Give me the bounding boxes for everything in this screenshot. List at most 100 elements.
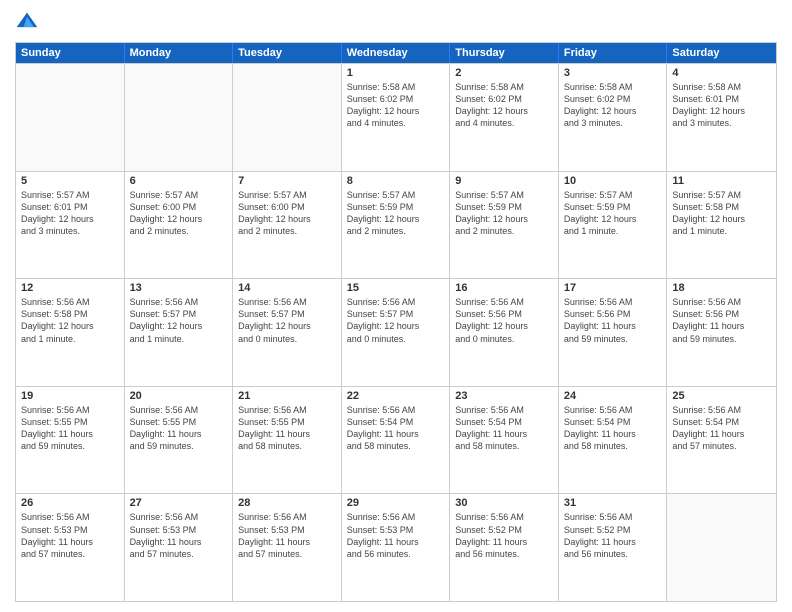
day-number: 3 <box>564 67 662 79</box>
week-row-2: 5Sunrise: 5:57 AMSunset: 6:01 PMDaylight… <box>16 171 776 279</box>
day-number: 29 <box>347 497 445 509</box>
day-info: Sunrise: 5:56 AMSunset: 5:56 PMDaylight:… <box>672 296 771 345</box>
day-number: 5 <box>21 175 119 187</box>
day-cell-empty-2 <box>233 64 342 171</box>
day-number: 7 <box>238 175 336 187</box>
logo-icon <box>15 10 39 34</box>
day-cell-empty-6 <box>667 494 776 601</box>
day-cell-20: 20 Sunrise: 5:56 AMSunset: 5:55 PMDayligh… <box>125 387 234 494</box>
day-cell-21: 21 Sunrise: 5:56 AMSunset: 5:55 PMDayligh… <box>233 387 342 494</box>
day-number: 20 <box>130 390 228 402</box>
day-info: Sunrise: 5:56 AMSunset: 5:53 PMDaylight:… <box>238 511 336 560</box>
weeks: 1 Sunrise: 5:58 AMSunset: 6:02 PMDaylight… <box>16 63 776 601</box>
day-info: Sunrise: 5:56 AMSunset: 5:55 PMDaylight:… <box>130 404 228 453</box>
day-number: 30 <box>455 497 553 509</box>
day-cell-14: 14 Sunrise: 5:56 AMSunset: 5:57 PMDayligh… <box>233 279 342 386</box>
day-cell-empty-0 <box>16 64 125 171</box>
day-number: 1 <box>347 67 445 79</box>
day-number: 12 <box>21 282 119 294</box>
day-number: 19 <box>21 390 119 402</box>
day-header-tuesday: Tuesday <box>233 43 342 63</box>
week-row-4: 19 Sunrise: 5:56 AMSunset: 5:55 PMDayligh… <box>16 386 776 494</box>
day-cell-17: 17 Sunrise: 5:56 AMSunset: 5:56 PMDayligh… <box>559 279 668 386</box>
day-cell-7: 7 Sunrise: 5:57 AMSunset: 6:00 PMDaylight… <box>233 172 342 279</box>
day-cell-18: 18 Sunrise: 5:56 AMSunset: 5:56 PMDayligh… <box>667 279 776 386</box>
day-info: Sunrise: 5:56 AMSunset: 5:55 PMDaylight:… <box>21 404 119 453</box>
day-cell-12: 12 Sunrise: 5:56 AMSunset: 5:58 PMDayligh… <box>16 279 125 386</box>
day-cell-19: 19 Sunrise: 5:56 AMSunset: 5:55 PMDayligh… <box>16 387 125 494</box>
day-info: Sunrise: 5:56 AMSunset: 5:55 PMDaylight:… <box>238 404 336 453</box>
day-info: Sunrise: 5:57 AMSunset: 6:00 PMDaylight:… <box>130 189 228 238</box>
day-info: Sunrise: 5:56 AMSunset: 5:54 PMDaylight:… <box>347 404 445 453</box>
day-info: Sunrise: 5:56 AMSunset: 5:56 PMDaylight:… <box>564 296 662 345</box>
day-cell-10: 10 Sunrise: 5:57 AMSunset: 5:59 PMDayligh… <box>559 172 668 279</box>
day-info: Sunrise: 5:56 AMSunset: 5:52 PMDaylight:… <box>455 511 553 560</box>
day-info: Sunrise: 5:57 AMSunset: 5:59 PMDaylight:… <box>455 189 553 238</box>
day-number: 9 <box>455 175 553 187</box>
day-header-monday: Monday <box>125 43 234 63</box>
day-cell-8: 8Sunrise: 5:57 AMSunset: 5:59 PMDaylight… <box>342 172 451 279</box>
day-cell-25: 25 Sunrise: 5:56 AMSunset: 5:54 PMDayligh… <box>667 387 776 494</box>
day-info: Sunrise: 5:57 AMSunset: 6:00 PMDaylight:… <box>238 189 336 238</box>
day-cell-11: 11Sunrise: 5:57 AMSunset: 5:58 PMDayligh… <box>667 172 776 279</box>
logo <box>15 10 43 34</box>
day-number: 25 <box>672 390 771 402</box>
day-number: 13 <box>130 282 228 294</box>
day-cell-empty-1 <box>125 64 234 171</box>
day-cell-15: 15 Sunrise: 5:56 AMSunset: 5:57 PMDayligh… <box>342 279 451 386</box>
day-number: 10 <box>564 175 662 187</box>
day-cell-13: 13 Sunrise: 5:56 AMSunset: 5:57 PMDayligh… <box>125 279 234 386</box>
day-number: 22 <box>347 390 445 402</box>
day-number: 18 <box>672 282 771 294</box>
day-info: Sunrise: 5:56 AMSunset: 5:56 PMDaylight:… <box>455 296 553 345</box>
day-cell-28: 28 Sunrise: 5:56 AMSunset: 5:53 PMDayligh… <box>233 494 342 601</box>
day-cell-1: 1 Sunrise: 5:58 AMSunset: 6:02 PMDaylight… <box>342 64 451 171</box>
day-number: 8 <box>347 175 445 187</box>
week-row-3: 12 Sunrise: 5:56 AMSunset: 5:58 PMDayligh… <box>16 278 776 386</box>
day-info: Sunrise: 5:58 AMSunset: 6:02 PMDaylight:… <box>347 81 445 130</box>
day-cell-4: 4Sunrise: 5:58 AMSunset: 6:01 PMDaylight… <box>667 64 776 171</box>
day-cell-3: 3Sunrise: 5:58 AMSunset: 6:02 PMDaylight… <box>559 64 668 171</box>
day-number: 6 <box>130 175 228 187</box>
day-info: Sunrise: 5:56 AMSunset: 5:53 PMDaylight:… <box>21 511 119 560</box>
day-info: Sunrise: 5:56 AMSunset: 5:54 PMDaylight:… <box>455 404 553 453</box>
day-number: 15 <box>347 282 445 294</box>
day-info: Sunrise: 5:58 AMSunset: 6:01 PMDaylight:… <box>672 81 771 130</box>
calendar: SundayMondayTuesdayWednesdayThursdayFrid… <box>15 42 777 602</box>
header <box>15 10 777 34</box>
day-number: 2 <box>455 67 553 79</box>
day-number: 26 <box>21 497 119 509</box>
day-header-wednesday: Wednesday <box>342 43 451 63</box>
day-info: Sunrise: 5:56 AMSunset: 5:57 PMDaylight:… <box>130 296 228 345</box>
day-header-sunday: Sunday <box>16 43 125 63</box>
day-cell-30: 30 Sunrise: 5:56 AMSunset: 5:52 PMDayligh… <box>450 494 559 601</box>
day-number: 27 <box>130 497 228 509</box>
day-cell-16: 16Sunrise: 5:56 AMSunset: 5:56 PMDayligh… <box>450 279 559 386</box>
day-info: Sunrise: 5:56 AMSunset: 5:53 PMDaylight:… <box>130 511 228 560</box>
day-number: 28 <box>238 497 336 509</box>
day-info: Sunrise: 5:56 AMSunset: 5:54 PMDaylight:… <box>672 404 771 453</box>
day-number: 21 <box>238 390 336 402</box>
day-header-friday: Friday <box>559 43 668 63</box>
day-info: Sunrise: 5:56 AMSunset: 5:58 PMDaylight:… <box>21 296 119 345</box>
day-cell-6: 6 Sunrise: 5:57 AMSunset: 6:00 PMDaylight… <box>125 172 234 279</box>
day-info: Sunrise: 5:56 AMSunset: 5:54 PMDaylight:… <box>564 404 662 453</box>
page: SundayMondayTuesdayWednesdayThursdayFrid… <box>0 0 792 612</box>
day-info: Sunrise: 5:58 AMSunset: 6:02 PMDaylight:… <box>455 81 553 130</box>
day-number: 14 <box>238 282 336 294</box>
day-info: Sunrise: 5:56 AMSunset: 5:57 PMDaylight:… <box>347 296 445 345</box>
day-cell-2: 2 Sunrise: 5:58 AMSunset: 6:02 PMDaylight… <box>450 64 559 171</box>
day-cell-23: 23 Sunrise: 5:56 AMSunset: 5:54 PMDayligh… <box>450 387 559 494</box>
day-header-saturday: Saturday <box>667 43 776 63</box>
day-number: 24 <box>564 390 662 402</box>
week-row-5: 26 Sunrise: 5:56 AMSunset: 5:53 PMDayligh… <box>16 493 776 601</box>
day-header-thursday: Thursday <box>450 43 559 63</box>
day-cell-29: 29Sunrise: 5:56 AMSunset: 5:53 PMDayligh… <box>342 494 451 601</box>
day-number: 23 <box>455 390 553 402</box>
day-number: 17 <box>564 282 662 294</box>
day-cell-22: 22 Sunrise: 5:56 AMSunset: 5:54 PMDayligh… <box>342 387 451 494</box>
day-info: Sunrise: 5:56 AMSunset: 5:57 PMDaylight:… <box>238 296 336 345</box>
day-number: 11 <box>672 175 771 187</box>
day-info: Sunrise: 5:57 AMSunset: 5:59 PMDaylight:… <box>564 189 662 238</box>
day-cell-9: 9 Sunrise: 5:57 AMSunset: 5:59 PMDaylight… <box>450 172 559 279</box>
